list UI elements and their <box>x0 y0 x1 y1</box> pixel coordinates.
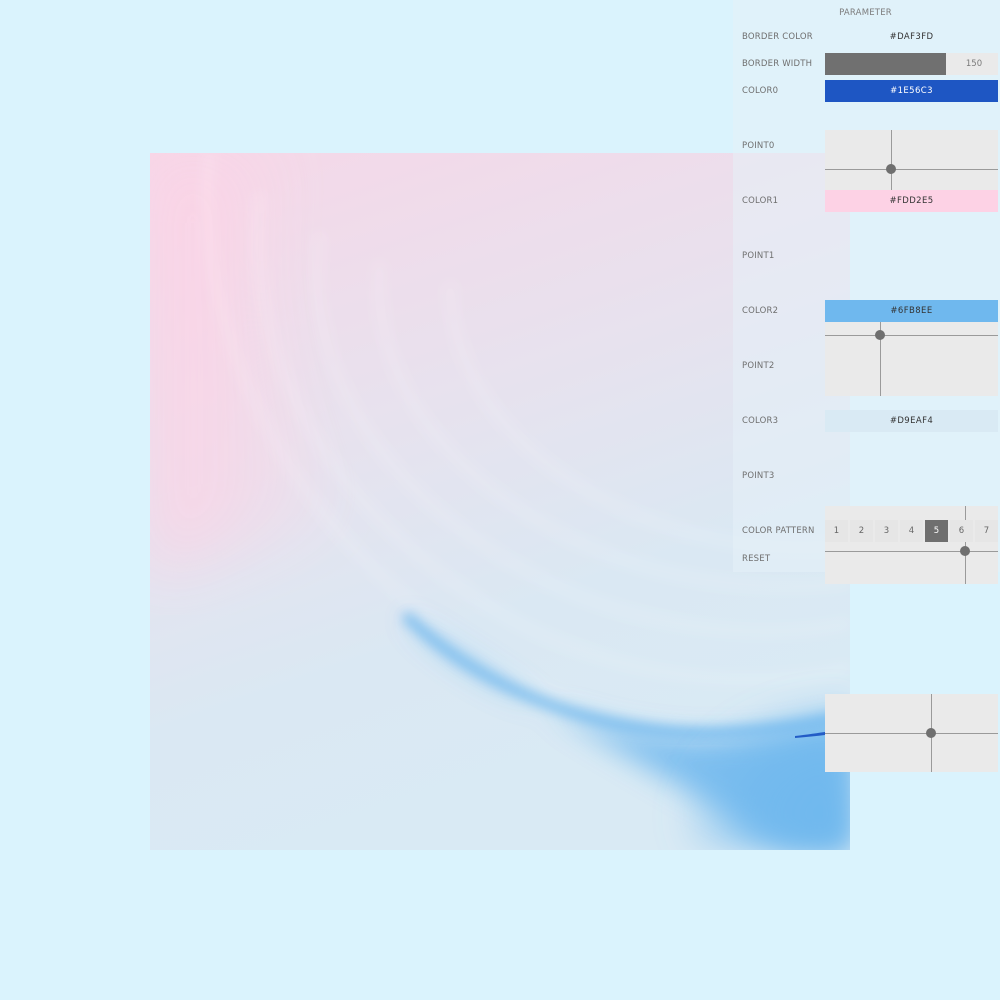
color1-swatch[interactable]: #FDD2E5 <box>825 190 998 212</box>
point2-handle[interactable] <box>960 546 971 557</box>
border-width-value: 150 <box>965 59 983 69</box>
border-color-swatch[interactable]: #DAF3FD <box>825 26 998 48</box>
pattern-option-2[interactable]: 2 <box>850 520 873 542</box>
color1-label: COLOR1 <box>742 196 779 206</box>
panel-title: PARAMETER <box>839 8 892 18</box>
pattern-option-4[interactable]: 4 <box>900 520 923 542</box>
point2-pad[interactable] <box>825 506 998 584</box>
pattern-option-7[interactable]: 7 <box>975 520 998 542</box>
color2-label: COLOR2 <box>742 306 779 316</box>
color0-swatch[interactable]: #1E56C3 <box>825 80 998 102</box>
pattern-option-1[interactable]: 1 <box>825 520 848 542</box>
point1-handle[interactable] <box>875 330 886 341</box>
point2-hline <box>825 551 998 553</box>
color3-swatch[interactable]: #D9EAF4 <box>825 410 998 432</box>
point3-label: POINT3 <box>742 471 775 481</box>
app-stage: PARAMETER BORDER COLOR #DAF3FD BORDER WI… <box>0 0 1000 1000</box>
border-width-label: BORDER WIDTH <box>742 59 813 69</box>
point1-pad[interactable] <box>825 318 998 396</box>
border-color-label: BORDER COLOR <box>742 32 813 42</box>
pattern-option-6[interactable]: 6 <box>950 520 973 542</box>
point0-handle[interactable] <box>885 164 896 174</box>
point3-pad[interactable] <box>825 694 998 772</box>
color2-swatch[interactable]: #6FB8EE <box>825 300 998 322</box>
border-width-slider[interactable]: 150 <box>825 53 998 75</box>
pattern-option-3[interactable]: 3 <box>875 520 898 542</box>
point1-hline <box>825 335 998 337</box>
reset-button[interactable]: RESET <box>742 554 770 564</box>
point2-vline <box>965 506 967 584</box>
color-pattern-selector: 1 2 3 4 5 6 7 <box>825 520 998 542</box>
point0-hline <box>825 169 998 170</box>
point0-label: POINT0 <box>742 141 775 151</box>
color0-label: COLOR0 <box>742 86 779 96</box>
point2-label: POINT2 <box>742 361 775 371</box>
color-pattern-label: COLOR PATTERN <box>742 526 815 536</box>
border-width-slider-fill <box>825 53 947 75</box>
parameter-panel: PARAMETER BORDER COLOR #DAF3FD BORDER WI… <box>733 0 1000 772</box>
color3-label: COLOR3 <box>742 416 779 426</box>
point1-label: POINT1 <box>742 251 775 261</box>
point3-handle[interactable] <box>925 728 936 738</box>
pattern-option-5[interactable]: 5 <box>925 520 948 542</box>
point3-hline <box>825 733 998 734</box>
